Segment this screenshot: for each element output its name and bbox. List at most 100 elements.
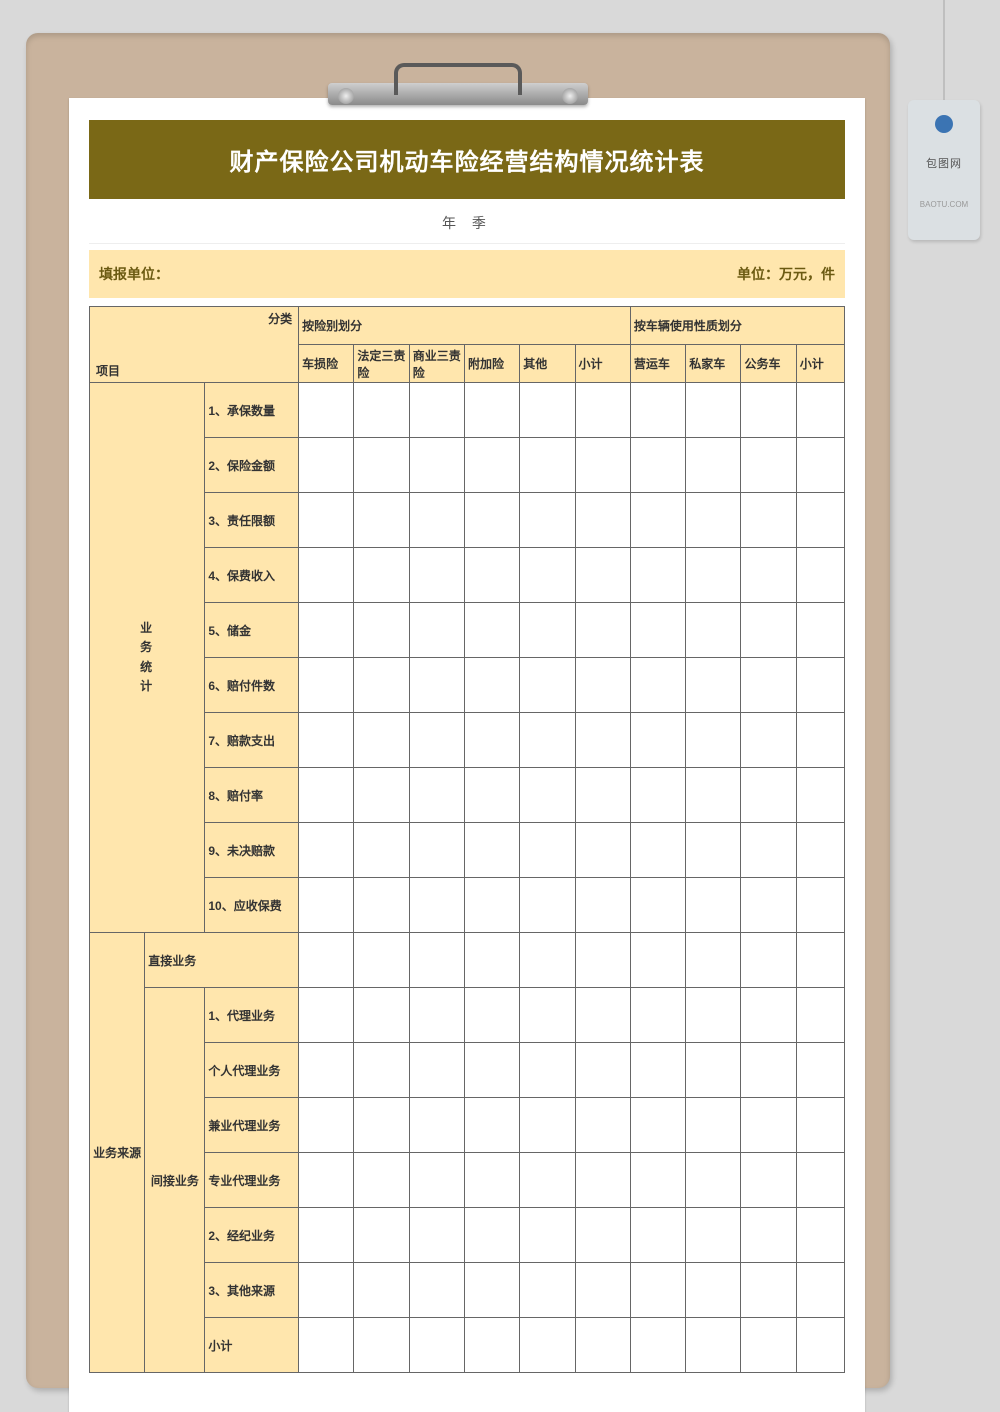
- cell: [354, 713, 409, 768]
- cell: [796, 1153, 844, 1208]
- cell: [299, 713, 354, 768]
- side-label-2: 业务来源: [90, 933, 145, 1373]
- cell: [796, 658, 844, 713]
- cell: [630, 658, 685, 713]
- cell: [299, 658, 354, 713]
- cell: [796, 1208, 844, 1263]
- cell: [520, 823, 575, 878]
- cell: [796, 1098, 844, 1153]
- cell: [299, 878, 354, 933]
- cell: [354, 1153, 409, 1208]
- cell: [520, 713, 575, 768]
- cell: [409, 603, 464, 658]
- cell: [575, 438, 630, 493]
- cell: [796, 1318, 844, 1373]
- cell: [464, 548, 519, 603]
- cell: [575, 713, 630, 768]
- col-h: 附加险: [464, 345, 519, 383]
- row-label: 1、承保数量: [205, 383, 299, 438]
- cell: [630, 1043, 685, 1098]
- cell: [630, 438, 685, 493]
- cell: [741, 1098, 796, 1153]
- group-header-1: 按险别划分: [299, 307, 631, 345]
- meta-left: 填报单位：: [99, 264, 169, 284]
- cell: [299, 1043, 354, 1098]
- cell: [686, 823, 741, 878]
- cell: [354, 933, 409, 988]
- cell: [630, 1318, 685, 1373]
- cell: [354, 988, 409, 1043]
- cell: [630, 878, 685, 933]
- cell: [299, 1208, 354, 1263]
- cell: [464, 438, 519, 493]
- cell: [354, 1043, 409, 1098]
- table-row: 业务统计 1、承保数量: [90, 383, 845, 438]
- cell: [409, 658, 464, 713]
- cell: [741, 1263, 796, 1318]
- cell: [575, 548, 630, 603]
- cell: [464, 1043, 519, 1098]
- cell: [520, 1153, 575, 1208]
- cell: [686, 1098, 741, 1153]
- col-h: 车损险: [299, 345, 354, 383]
- cell: [409, 823, 464, 878]
- cell: [686, 1043, 741, 1098]
- cell: [409, 933, 464, 988]
- cell: [630, 1098, 685, 1153]
- col-h: 私家车: [686, 345, 741, 383]
- cell: [686, 1318, 741, 1373]
- cell: [520, 548, 575, 603]
- cell: [686, 548, 741, 603]
- main-table: 分类 项目 按险别划分 按车辆使用性质划分 车损险 法定三责险 商业三责险 附加…: [89, 306, 845, 1373]
- cell: [299, 933, 354, 988]
- cell: [796, 493, 844, 548]
- row-label: 8、赔付率: [205, 768, 299, 823]
- cell: [464, 603, 519, 658]
- cell: [354, 383, 409, 438]
- col-h: 其他: [520, 345, 575, 383]
- cell: [686, 603, 741, 658]
- cell: [686, 1153, 741, 1208]
- row-label: 小计: [205, 1318, 299, 1373]
- cell: [464, 1263, 519, 1318]
- col-h: 小计: [796, 345, 844, 383]
- cell: [464, 713, 519, 768]
- clipboard: 财产保险公司机动车险经营结构情况统计表 年 季 填报单位： 单位：万元，件 分类…: [26, 33, 890, 1388]
- cell: [575, 933, 630, 988]
- cell: [630, 933, 685, 988]
- cell: [796, 823, 844, 878]
- cell: [464, 383, 519, 438]
- cell: [630, 713, 685, 768]
- cell: [630, 383, 685, 438]
- cell: [464, 878, 519, 933]
- cell: [520, 603, 575, 658]
- cell: [464, 933, 519, 988]
- cell: [686, 988, 741, 1043]
- cell: [741, 713, 796, 768]
- row-label: 9、未决赔款: [205, 823, 299, 878]
- cell: [409, 768, 464, 823]
- cell: [464, 1098, 519, 1153]
- cell: [409, 1043, 464, 1098]
- cell: [630, 823, 685, 878]
- cell: [354, 768, 409, 823]
- cell: [741, 1043, 796, 1098]
- cell: [409, 878, 464, 933]
- cell: [741, 493, 796, 548]
- corner-top: 分类: [268, 310, 292, 327]
- cell: [686, 438, 741, 493]
- meta-bar: 填报单位： 单位：万元，件: [89, 250, 845, 298]
- cell: [686, 933, 741, 988]
- side-label-1: 业务统计: [90, 383, 205, 933]
- cell: [630, 548, 685, 603]
- cell: [520, 1098, 575, 1153]
- col-h: 小计: [575, 345, 630, 383]
- cell: [464, 1153, 519, 1208]
- meta-right: 单位：万元，件: [737, 264, 835, 284]
- cell: [409, 1153, 464, 1208]
- cell: [741, 658, 796, 713]
- cell: [741, 823, 796, 878]
- cell: [464, 658, 519, 713]
- cell: [409, 1208, 464, 1263]
- row-label: 专业代理业务: [205, 1153, 299, 1208]
